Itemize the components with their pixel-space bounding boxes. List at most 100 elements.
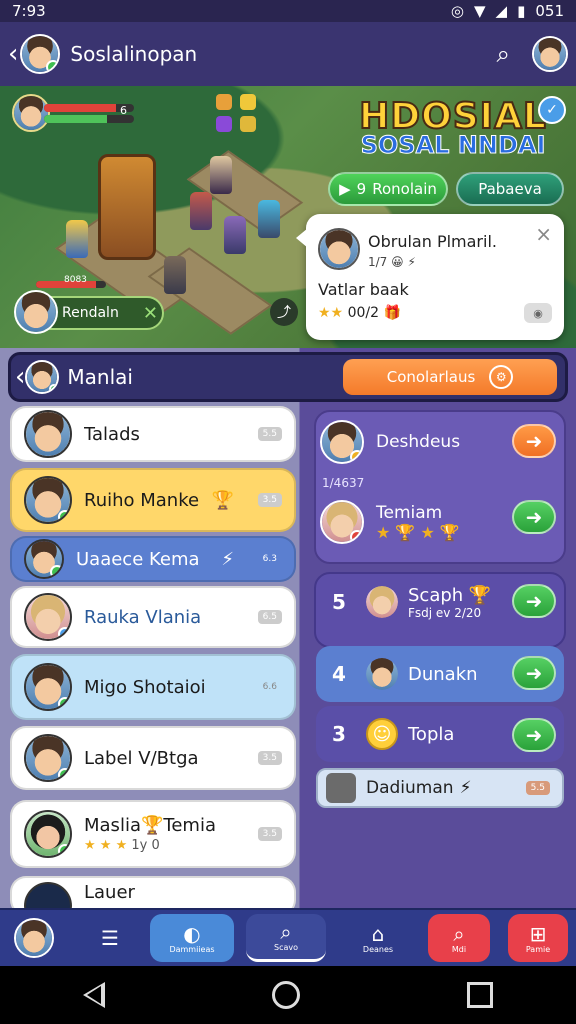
back-chevron-icon[interactable]: ‹ (8, 39, 18, 69)
rank-number: 3 (332, 722, 346, 746)
arrow-right-icon[interactable]: ➜ (512, 424, 556, 458)
arrow-right-icon[interactable]: ➜ (512, 718, 556, 752)
list-item-label: Ruiho Manke (84, 489, 200, 511)
arrow-right-icon[interactable]: ➜ (512, 584, 556, 618)
share-icon[interactable]: ⤴ (270, 298, 298, 326)
small-bar-value: 8083 (64, 275, 87, 285)
character-unit[interactable] (66, 220, 88, 258)
character-unit[interactable] (164, 256, 186, 294)
gold-icon (240, 94, 256, 110)
primary-game-button[interactable]: ▶ 9 Ronolain (328, 172, 448, 206)
popup-sub: 1/7 (368, 255, 388, 269)
avatar (320, 420, 364, 464)
verified-badge-icon: ✓ (538, 96, 566, 124)
avatar (24, 539, 64, 579)
list-item-label-b: Temia (163, 815, 216, 836)
totem-building[interactable] (98, 154, 156, 260)
bottom-pill[interactable]: Dadiuman ⚡ 5.5 (316, 768, 564, 808)
online-status-dot (58, 844, 70, 856)
list-item-tag: 6.5 (257, 610, 282, 624)
player-chip-label: Rendaln (62, 305, 119, 321)
home-button-icon[interactable] (271, 981, 300, 1009)
arrow-right-icon[interactable]: ➜ (512, 500, 556, 534)
character-unit[interactable] (258, 200, 280, 238)
nav-item-dammiieas[interactable]: ◐ Dammiieas (150, 914, 234, 962)
search-icon: ⌕ (280, 920, 292, 944)
profile-popup: × Obrulan Plmaril. 1/7 😀 ⚡ Vatlar baak ★… (296, 214, 564, 340)
activity-item[interactable]: Temiam ★ 🏆 ★ 🏆 (320, 500, 460, 544)
character-unit[interactable] (224, 216, 246, 254)
nav-item-search[interactable]: ⌕ Scavo (246, 914, 326, 962)
trophy-icon: 🏆 (211, 489, 234, 511)
recents-icon[interactable] (466, 982, 493, 1008)
activity-item[interactable]: Deshdeus (320, 420, 460, 464)
nav-item-store[interactable]: ⊞ Pamie (508, 914, 568, 962)
section-action-label: Conolarlaus (386, 368, 476, 386)
bottom-pill-tag: 5.5 (525, 781, 550, 795)
search-icon[interactable]: ⌕ (497, 40, 510, 68)
nav-item-home[interactable]: ⌂ Deanes (342, 914, 414, 962)
list-item-sub: 1y 0 (131, 838, 160, 853)
activity-item-label: Deshdeus (376, 432, 461, 452)
alarm-icon: ◎ (450, 2, 464, 20)
primary-button-label: Ronolain (372, 180, 437, 198)
close-icon[interactable]: × (535, 222, 552, 246)
avatar (24, 663, 72, 711)
system-nav-bar (0, 966, 576, 1024)
list-item[interactable]: Uaaece Kema ⚡ 6.3 (10, 536, 296, 582)
character-unit[interactable] (210, 156, 232, 194)
chat-icon[interactable]: ◉ (524, 303, 552, 323)
rank-label: Dunakn (408, 663, 478, 685)
avatar (24, 476, 72, 524)
nav-label: Pamie (525, 944, 551, 954)
character-unit[interactable] (190, 192, 212, 230)
section-title: Manlai (67, 365, 133, 389)
badge-dot (350, 450, 362, 462)
list-item[interactable]: Ruiho Manke 🏆 3.5 (10, 468, 296, 532)
nav-label: Mdi (451, 944, 467, 954)
popup-avatar (318, 228, 360, 270)
section-action-button[interactable]: Conolarlaus ⚙ (343, 359, 557, 395)
close-icon[interactable]: ✕ (143, 303, 158, 324)
profile-avatar[interactable] (20, 34, 61, 74)
list-item-tag: 3.5 (257, 493, 282, 507)
player-hud: 6 (12, 94, 134, 132)
hud-value: 6 (120, 104, 127, 117)
popup-line3: 00/2 (347, 305, 380, 321)
nav-item-search-alt[interactable]: ⌕ Mdi (428, 914, 490, 962)
trophy-icon: 🏆 (468, 584, 492, 606)
gem-icon (216, 116, 232, 132)
nav-avatar (14, 918, 54, 958)
list-item[interactable]: Rauka Vlania 6.5 (10, 586, 296, 648)
online-status-dot (58, 510, 70, 522)
rank-number: 4 (332, 662, 346, 686)
list-item-label: Uaaece Kema (76, 548, 200, 570)
nav-profile[interactable] (10, 914, 58, 962)
list-item[interactable]: Migo Shotaioi 6.6 (10, 654, 296, 720)
arrow-right-icon[interactable]: ➜ (512, 656, 556, 690)
player-chip-avatar (14, 290, 58, 334)
star-icon: ★ ★ ★ (84, 838, 128, 853)
section-header: ‹ Manlai Conolarlaus ⚙ (8, 352, 568, 402)
nav-label: Deanes (362, 944, 394, 954)
rank-label: Scaph (408, 584, 464, 606)
player-chip[interactable]: Rendaln ✕ (14, 290, 164, 334)
rank-sub: Fsdj ev 2/20 (408, 605, 482, 620)
list-item[interactable]: Talads 5.5 (10, 406, 296, 462)
nav-menu[interactable]: ☰ (70, 914, 150, 962)
secondary-game-button[interactable]: Pabaeva (456, 172, 564, 206)
list-item[interactable]: Label V/Btga 3.5 (10, 726, 296, 790)
list-item-label: Maslia (84, 815, 141, 836)
back-chevron-icon[interactable]: ‹ (15, 362, 25, 392)
back-icon[interactable] (83, 982, 106, 1008)
account-avatar[interactable] (532, 36, 568, 72)
store-icon: ⊞ (529, 921, 547, 946)
list-item[interactable]: Maslia🏆Temia ★ ★ ★ 1y 0 3.5 (10, 800, 296, 868)
nav-label: Scavo (273, 943, 298, 952)
gift-icon: 🎁 (383, 305, 401, 321)
rank-number: 5 (332, 590, 346, 614)
popup-line2: Vatlar baak (318, 280, 409, 299)
list-item-label: Lauer (84, 882, 135, 903)
trophy-icon (240, 116, 256, 132)
avatar (24, 410, 72, 458)
